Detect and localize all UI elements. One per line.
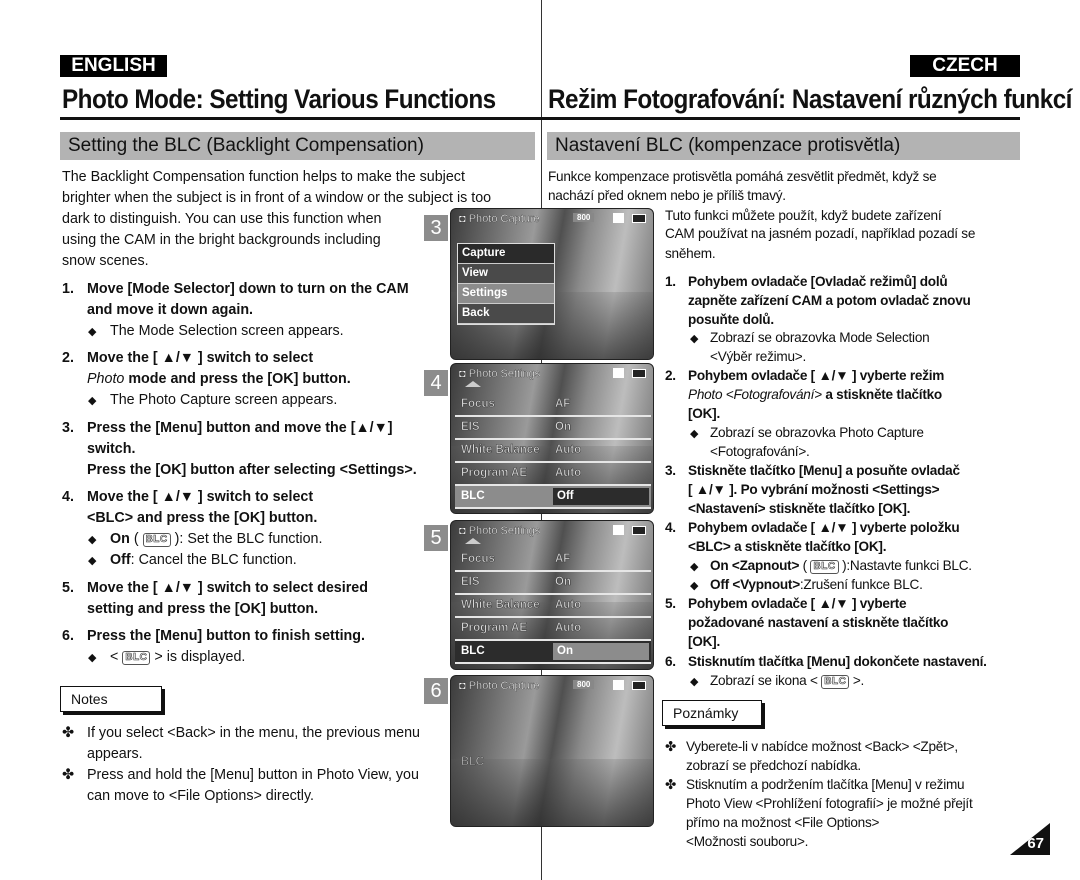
setting-row: White Balance Auto [455,440,651,463]
english-title: Photo Mode: Setting Various Functions [62,84,496,114]
bullet-icon: ◆ [88,555,97,567]
menu-item-settings[interactable]: Settings [458,284,554,304]
setting-row-blc: BLC Off [455,486,651,509]
bullet-icon: ◆ [690,428,699,440]
setting-row: EIS On [455,417,651,440]
screen-photo-settings-off: ◘ Photo Settings Focus AF EIS On White Bal… [450,363,654,514]
battery-icon [632,214,646,223]
bullet-icon: ◆ [690,676,699,688]
blc-icon: BLC [142,533,171,547]
page-number-badge: 67 [1010,823,1050,855]
bullet-icon: ◆ [88,652,97,664]
setting-row: Program AE Auto [455,618,651,641]
menu: Capture View Settings Back [457,243,555,325]
bullet-icon: ◆ [690,580,699,592]
setting-row-blc: BLC On [455,641,651,664]
czech-section-title: Nastavení BLC (kompenzace protisvětla) [547,132,1020,160]
czech-badge: CZECH [910,55,1020,77]
battery-icon [632,526,646,535]
camera-icon: ◘ [459,213,466,225]
english-section-title: Setting the BLC (Backlight Compensation) [60,132,535,160]
memory-icon [613,525,624,535]
battery-icon [632,681,646,690]
memory-icon [613,368,624,378]
note-icon: ✤ [665,777,677,792]
title-rule [60,117,1020,120]
note-icon: ✤ [665,739,677,754]
menu-item-view[interactable]: View [458,264,554,284]
camera-icon: ◘ [459,680,466,692]
setting-row: Focus AF [455,549,651,572]
screen-number: 5 [424,525,448,551]
screen-photo-capture-blc: ◘ Photo Capture 800 BLC [450,675,654,827]
screen-number: 4 [424,370,448,396]
note-icon: ✤ [62,767,74,783]
poznamky-label: Poznámky [662,700,762,726]
blc-icon: BLC [810,560,839,574]
blc-icon: BLC [821,675,850,689]
menu-item-back[interactable]: Back [458,304,554,324]
camera-icon: ◘ [459,525,466,537]
setting-row: Focus AF [455,394,651,417]
screen-photo-settings-on: ◘ Photo Settings Focus AF EIS On White Bal… [450,520,654,670]
screen-number: 3 [424,215,448,241]
memory-icon [613,213,624,223]
blc-icon: BLC [122,651,151,665]
english-badge: ENGLISH [60,55,167,77]
setting-row: EIS On [455,572,651,595]
bullet-icon: ◆ [690,333,699,345]
setting-row: White Balance Auto [455,595,651,618]
scroll-up-icon [465,538,481,544]
screen-number: 6 [424,678,448,704]
battery-icon [632,369,646,378]
setting-row: Program AE Auto [455,463,651,486]
menu-item-capture[interactable]: Capture [458,244,554,264]
czech-title: Režim Fotografování: Nastavení různých f… [548,84,1072,114]
scroll-up-icon [465,381,481,387]
notes-label: Notes [60,686,162,712]
note-icon: ✤ [62,725,74,741]
bullet-icon: ◆ [690,561,699,573]
memory-icon [613,680,624,690]
bullet-icon: ◆ [88,395,97,407]
bullet-icon: ◆ [88,534,97,546]
camera-icon: ◘ [459,368,466,380]
bullet-icon: ◆ [88,326,97,338]
screen-photo-capture-menu: ◘ Photo Capture 800 Capture View Setting… [450,208,654,360]
blc-overlay-icon: BLC [461,754,485,769]
